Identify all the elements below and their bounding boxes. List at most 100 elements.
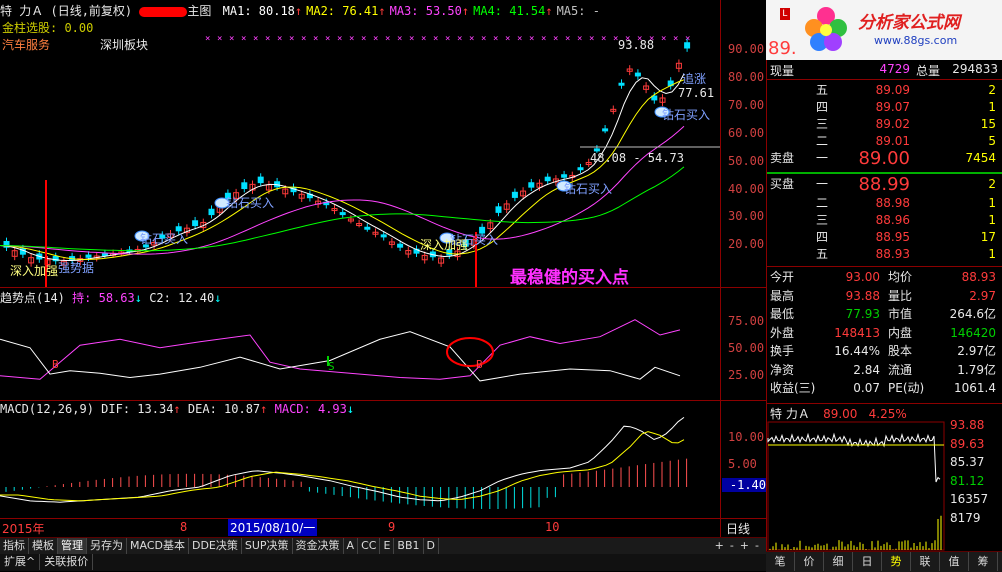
signal-marker: × xyxy=(205,34,210,44)
stat-row: 净资 2.84 流通 1.79亿 xyxy=(766,362,1002,379)
period-label[interactable]: 日线 xyxy=(726,520,750,537)
signal-marker: × xyxy=(337,34,342,44)
logo-banner[interactable]: L 分析家公式网 www.88gs.com xyxy=(766,0,1002,60)
candle-body xyxy=(381,235,386,237)
quote-tab[interactable]: 笔 xyxy=(766,552,795,571)
toolbar-tab[interactable]: BB1 xyxy=(394,538,423,554)
toolbar-tab[interactable]: A xyxy=(344,538,359,554)
toolbar-tab[interactable]: D xyxy=(424,538,439,554)
extension-toolbar: 扩展^ 关联报价 xyxy=(0,554,766,571)
signal-marker: × xyxy=(289,34,294,44)
kline-panel[interactable]: 特 力Ａ (日线,前复权) 主图 MA1: 80.18↑ MA2: 76.41↑ M… xyxy=(0,0,766,537)
signal-marker: × xyxy=(541,34,546,44)
quote-tab[interactable]: 价 xyxy=(795,552,824,571)
ma-line xyxy=(0,74,684,261)
diamond-buy-label: 钻石买入 xyxy=(662,106,710,123)
ask-row[interactable]: 四 89.07 1 xyxy=(766,99,1002,116)
toolbar-tab[interactable]: 资金决策 xyxy=(293,538,344,554)
diamond-buy-label: 钻石买入 xyxy=(140,230,188,247)
toolbar-tab[interactable]: SUP决策 xyxy=(242,538,293,554)
quote-panel: L 分析家公式网 www.88gs.com 89. 现量 4729 总量 294… xyxy=(766,0,1002,571)
mini-pct: 4.25% xyxy=(869,407,907,421)
ask-row[interactable]: 五 89.09 2 xyxy=(766,82,1002,99)
axis-tick-label: 30.00 xyxy=(728,209,764,223)
toolbar-tab[interactable]: MACD基本 xyxy=(127,538,189,554)
signal-marker: × xyxy=(601,34,606,44)
month-label: 8 xyxy=(180,520,187,534)
bid-row[interactable]: 三 88.96 1 xyxy=(766,212,1002,229)
quote-tabs: 笔价细日势联值筹 xyxy=(766,551,1002,572)
candle-body xyxy=(496,207,501,213)
volume-row: 现量 4729 总量 294833 xyxy=(766,60,1002,78)
chase-label: 追涨 xyxy=(682,70,706,87)
signal-marker: × xyxy=(469,34,474,44)
axis-tick-label: 50.00 xyxy=(728,341,764,355)
zoom-button[interactable]: - xyxy=(752,538,762,554)
mini-axis-label: 93.88 xyxy=(950,418,984,432)
signal-marker: × xyxy=(481,34,486,44)
mini-axis-label: 81.12 xyxy=(950,474,984,488)
toolbar-tab[interactable]: DDE决策 xyxy=(189,538,242,554)
mini-axis-label: 89.63 xyxy=(950,437,984,451)
candle-body xyxy=(578,168,583,170)
trend-line-chi xyxy=(0,320,680,380)
toolbar-tab[interactable]: 指标 xyxy=(0,538,29,554)
level-range-label: 48.08 - 54.73 xyxy=(590,151,684,165)
macd-cursor-value: -1.40 xyxy=(722,478,766,492)
total-vol-label: 总量 xyxy=(916,62,940,79)
toolbar-tab[interactable]: 管理 xyxy=(58,538,87,554)
ask-row[interactable]: 卖盘 一 89.00 7454 xyxy=(766,150,1002,167)
quote-tab[interactable]: 值 xyxy=(940,552,969,571)
stats-table: 今开 93.00 均价 88.93 最高 93.88 量比 2.97 最低 77.9… xyxy=(766,267,1002,403)
ask-row[interactable]: 三 89.02 15 xyxy=(766,116,1002,133)
toolbar-tab[interactable]: CC xyxy=(358,538,380,554)
toolbar-tab[interactable]: 另存为 xyxy=(87,538,127,554)
extension-tab[interactable]: 关联报价 xyxy=(40,554,93,570)
trend-line-c2 xyxy=(0,332,680,381)
quote-tab[interactable]: 日 xyxy=(853,552,882,571)
mini-axis-label: 85.37 xyxy=(950,455,984,469)
zoom-button[interactable]: + xyxy=(737,538,752,554)
bid-row[interactable]: 买盘 一 88.99 2 xyxy=(766,176,1002,193)
quote-tab[interactable]: 细 xyxy=(824,552,853,571)
best-buy-annotation: 最稳健的买入点 xyxy=(510,263,629,288)
trend-chart[interactable]: BSB xyxy=(0,288,720,400)
zoom-button[interactable]: - xyxy=(727,538,737,554)
toolbar-tab[interactable]: E xyxy=(380,538,394,554)
signal-marker: × xyxy=(421,34,426,44)
signal-marker: × xyxy=(673,34,678,44)
quote-tab[interactable]: 联 xyxy=(911,552,940,571)
candle-body xyxy=(242,183,247,189)
logo-url: www.88gs.com xyxy=(874,34,957,47)
candle-body xyxy=(635,73,640,76)
toolbar-tab[interactable]: 模板 xyxy=(29,538,58,554)
axis-tick-label: 25.00 xyxy=(728,368,764,382)
mini-axis-label: 16357 xyxy=(950,492,988,506)
signal-marker: × xyxy=(505,34,510,44)
indicator-toolbar: 指标 模板 管理 另存为 MACD基本 DDE决策 SUP决策 资金决策 A CC E BB1 D + - +… xyxy=(0,537,766,555)
signal-marker: × xyxy=(661,34,666,44)
signal-marker: × xyxy=(229,34,234,44)
deep-strengthen-label: 深入加强 xyxy=(420,236,468,253)
axis-tick-label: 50.00 xyxy=(728,154,764,168)
price-top: 89. xyxy=(768,38,797,59)
candle-body xyxy=(685,43,690,48)
signal-marker: × xyxy=(457,34,462,44)
signal-marker: × xyxy=(253,34,258,44)
axis-tick-label: 10.00 xyxy=(728,430,764,444)
zoom-button[interactable]: + xyxy=(712,538,727,554)
bid-row[interactable]: 四 88.95 17 xyxy=(766,229,1002,246)
signal-marker: × xyxy=(265,34,270,44)
candlestick-chart[interactable]: × × × × × × × × × × × × × × × × × × × × × × × × × × × × × × × × × × × × × × × ×… xyxy=(0,0,720,287)
signal-marker: × xyxy=(409,34,414,44)
bid-row[interactable]: 五 88.93 1 xyxy=(766,246,1002,263)
extension-tab[interactable]: 扩展^ xyxy=(0,554,40,570)
bid-row[interactable]: 二 88.98 1 xyxy=(766,195,1002,212)
macd-chart[interactable] xyxy=(0,401,720,518)
candle-body xyxy=(562,175,567,177)
quote-tab[interactable]: 势 xyxy=(882,552,911,571)
selected-date[interactable]: 2015/08/10/一 xyxy=(228,519,317,536)
signal-marker: × xyxy=(577,34,582,44)
signal-marker: × xyxy=(397,34,402,44)
quote-tab[interactable]: 筹 xyxy=(969,552,998,571)
